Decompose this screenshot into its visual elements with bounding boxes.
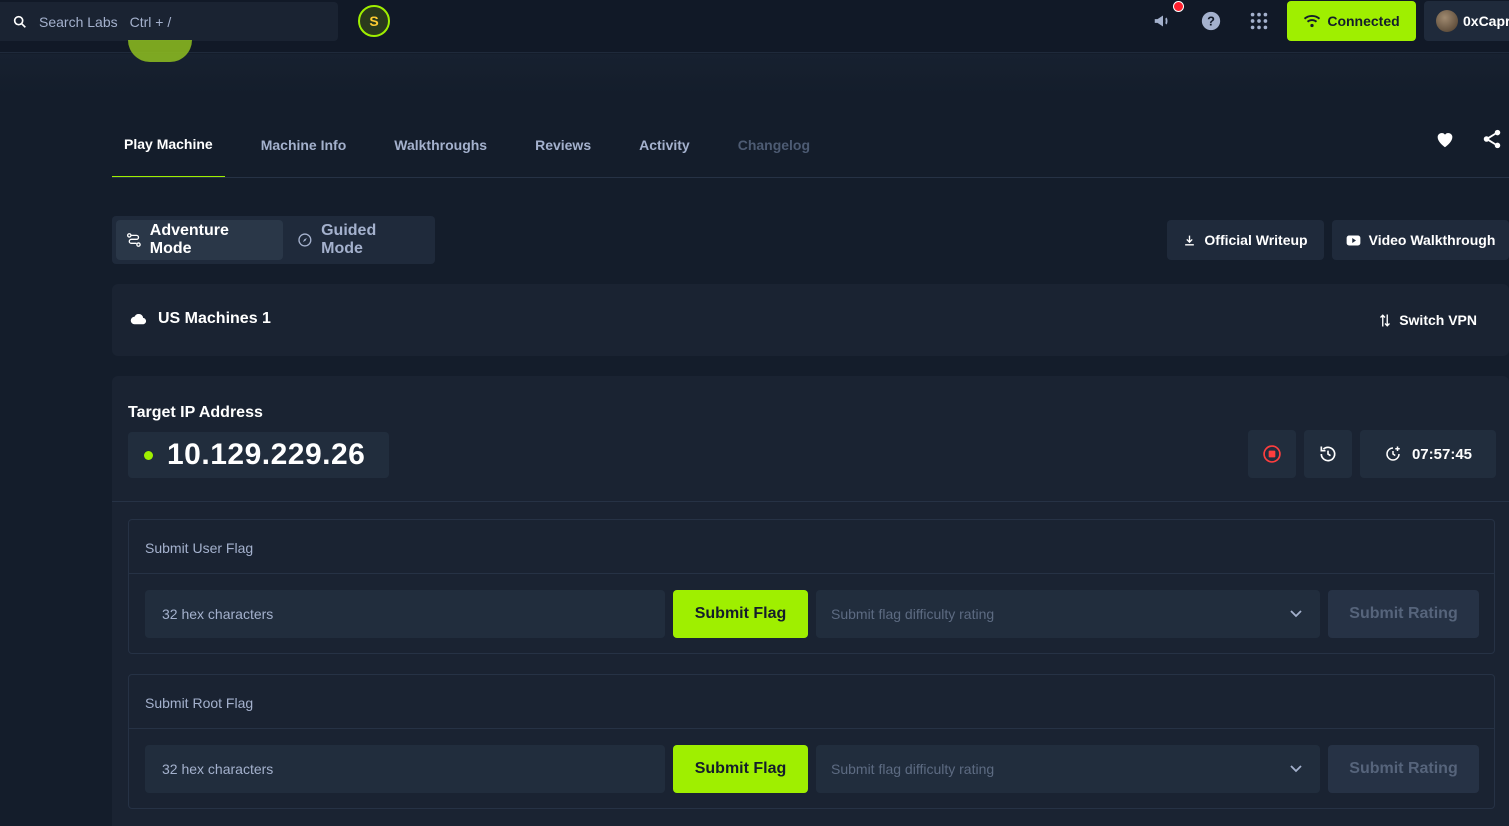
status-dot [144,450,153,460]
reset-machine-button[interactable] [1304,430,1352,478]
user-flag-rating-select[interactable]: Submit flag difficulty rating [816,590,1320,638]
submit-user-rating-button[interactable]: Submit Rating [1328,590,1479,638]
chevron-down-icon [1290,610,1302,618]
target-ip-value: 10.129.229.26 [167,438,366,471]
video-walkthrough-label: Video Walkthrough [1368,232,1496,248]
top-header: Search Labs Ctrl + / S ? Connected 0xCap… [0,0,1509,53]
stop-icon [1263,445,1281,463]
compass-icon [298,233,312,247]
apps-grid-icon[interactable] [1248,10,1270,32]
svg-text:?: ? [1207,14,1215,29]
machine-tabs: Play Machine Machine Info Walkthroughs R… [112,112,846,178]
tabs-divider [112,177,1509,178]
wifi-icon [1304,15,1321,28]
extend-time-button[interactable]: 07:57:45 [1360,430,1496,478]
target-ip-label: Target IP Address [128,404,263,421]
route-icon [126,233,141,247]
target-panel: Target IP Address 10.129.229.26 07:57:45… [112,376,1509,826]
submit-root-rating-button[interactable]: Submit Rating [1328,745,1479,793]
official-writeup-button[interactable]: Official Writeup [1167,220,1324,260]
root-flag-input[interactable] [145,745,665,793]
stop-machine-button[interactable] [1248,430,1296,478]
reset-icon [1320,446,1336,462]
official-writeup-label: Official Writeup [1204,232,1308,248]
connected-label: Connected [1327,13,1400,29]
season-logo-icon[interactable]: S [358,5,390,37]
submit-root-flag-button[interactable]: Submit Flag [673,745,808,793]
guided-mode-label: Guided Mode [321,222,377,257]
tab-activity[interactable]: Activity [627,112,702,178]
flag-card-divider [129,573,1494,574]
tab-changelog[interactable]: Changelog [726,112,822,178]
announcement-megaphone-icon[interactable] [1152,10,1174,32]
search-shortcut: Ctrl + / [129,13,172,30]
target-ip-box[interactable]: 10.129.229.26 [128,432,389,478]
vpn-server: US Machines 1 [130,310,271,328]
vpn-connected-button[interactable]: Connected [1287,1,1416,41]
download-icon [1185,235,1195,246]
video-walkthrough-button[interactable]: Video Walkthrough [1332,220,1509,260]
youtube-icon [1346,235,1360,245]
switch-vpn-label: Switch VPN [1399,312,1477,328]
user-flag-input[interactable] [145,590,665,638]
vpn-server-name: US Machines 1 [158,310,271,327]
chevron-down-icon [1290,765,1302,773]
heart-icon[interactable] [1434,128,1456,150]
root-flag-card: Submit Root Flag Submit Flag Submit flag… [128,674,1495,809]
machine-hero-strip [0,54,1509,94]
notification-dot [1173,1,1184,12]
mode-toggle: Adventure Mode Guided Mode [112,216,435,264]
user-flag-card: Submit User Flag Submit Flag Submit flag… [128,519,1495,654]
adventure-mode-button[interactable]: Adventure Mode [116,220,284,260]
adventure-mode-label: Adventure Mode [149,222,229,257]
switch-arrows-icon [1380,313,1391,327]
username: 0xCapr [1463,13,1509,29]
tab-walkthroughs[interactable]: Walkthroughs [382,112,499,178]
guided-mode-button[interactable]: Guided Mode [287,220,431,260]
vpn-panel: US Machines 1 Switch VPN [112,284,1509,356]
switch-vpn-button[interactable]: Switch VPN [1379,312,1477,328]
share-icon[interactable] [1481,128,1503,150]
root-flag-rating-select[interactable]: Submit flag difficulty rating [816,745,1320,793]
search-label: Search Labs [39,13,118,30]
tab-machine-info[interactable]: Machine Info [249,112,359,178]
tab-reviews[interactable]: Reviews [523,112,603,178]
user-flag-title: Submit User Flag [145,540,254,556]
cloud-icon [130,313,147,325]
root-flag-title: Submit Root Flag [145,695,254,711]
user-menu-button[interactable]: 0xCapr [1424,1,1509,41]
search-icon [13,15,26,28]
target-divider [112,501,1509,502]
flag-card-divider [129,728,1494,729]
help-icon[interactable]: ? [1200,10,1222,32]
timer-plus-icon [1386,446,1400,461]
search-box[interactable]: Search Labs Ctrl + / [0,2,338,41]
avatar [1436,10,1458,32]
timer-value: 07:57:45 [1411,445,1473,463]
tab-play-machine[interactable]: Play Machine [112,112,225,178]
rating-placeholder: Submit flag difficulty rating [831,606,995,622]
submit-user-flag-button[interactable]: Submit Flag [673,590,808,638]
rating-placeholder: Submit flag difficulty rating [831,761,995,777]
